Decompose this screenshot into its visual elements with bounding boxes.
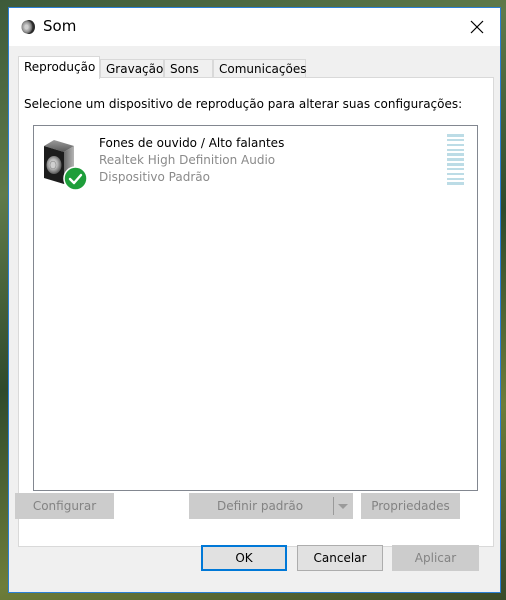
- default-check-icon: [63, 166, 88, 191]
- level-meter-segment: [447, 134, 464, 137]
- level-meter-segment: [447, 138, 464, 142]
- level-meter-segment: [447, 143, 464, 147]
- title-bar[interactable]: Som: [9, 8, 500, 46]
- level-meter-segment: [447, 153, 464, 156]
- level-meter-segment: [447, 158, 464, 161]
- apply-button[interactable]: Aplicar: [392, 545, 479, 571]
- properties-button[interactable]: Propriedades: [361, 493, 460, 519]
- device-list[interactable]: Fones de ouvido / Alto falantes Realtek …: [33, 125, 478, 491]
- playback-panel: Selecione um dispositivo de reprodução p…: [18, 77, 494, 547]
- set-default-split-button[interactable]: Definir padrão: [189, 493, 353, 519]
- level-meter: [447, 134, 464, 185]
- tab-communications[interactable]: Comunicações: [213, 59, 306, 78]
- device-status: Dispositivo Padrão: [99, 170, 210, 184]
- tab-sounds[interactable]: Sons: [164, 59, 213, 78]
- speaker-icon: [21, 20, 35, 34]
- level-meter-segment: [447, 182, 464, 185]
- level-meter-segment: [447, 172, 464, 176]
- device-item[interactable]: Fones de ouvido / Alto falantes Realtek …: [34, 126, 477, 194]
- window-title: Som: [43, 17, 77, 35]
- tab-recording[interactable]: Gravação: [100, 59, 164, 78]
- device-name: Fones de ouvido / Alto falantes: [99, 136, 285, 150]
- device-driver: Realtek High Definition Audio: [99, 153, 276, 167]
- split-divider: [333, 497, 334, 515]
- close-button[interactable]: [454, 8, 500, 46]
- cancel-button[interactable]: Cancelar: [297, 545, 383, 571]
- tab-playback[interactable]: Reprodução: [18, 56, 100, 79]
- level-meter-segment: [447, 163, 464, 166]
- close-icon: [470, 20, 484, 34]
- level-meter-segment: [447, 148, 464, 152]
- level-meter-segment: [447, 167, 464, 171]
- instruction-text: Selecione um dispositivo de reprodução p…: [24, 97, 463, 111]
- configure-button[interactable]: Configurar: [15, 493, 114, 519]
- ok-button[interactable]: OK: [201, 545, 287, 571]
- set-default-label: Definir padrão: [216, 499, 304, 513]
- level-meter-segment: [447, 177, 464, 181]
- chevron-down-icon[interactable]: [338, 504, 348, 509]
